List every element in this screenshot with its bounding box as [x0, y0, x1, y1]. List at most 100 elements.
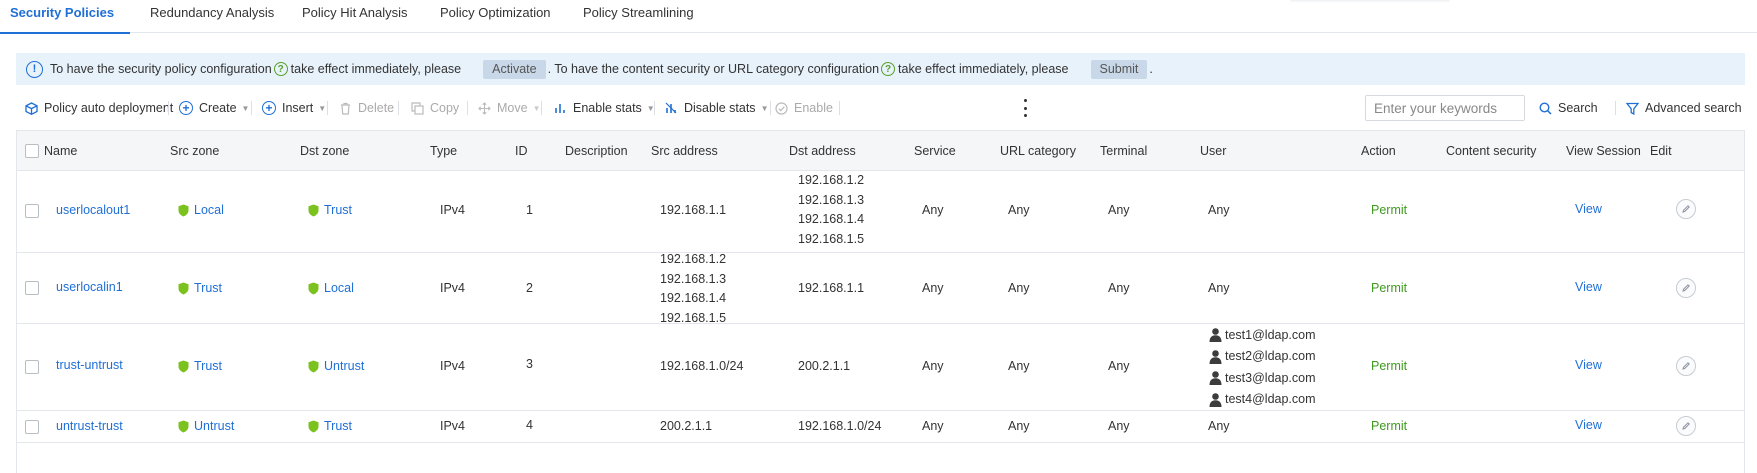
search-input[interactable]: [1365, 95, 1525, 121]
view-session-link[interactable]: View: [1575, 418, 1602, 432]
src-zone[interactable]: Trust: [178, 359, 222, 376]
dst-zone[interactable]: Trust: [308, 419, 352, 436]
dst-zone[interactable]: Trust: [308, 203, 352, 220]
move-button[interactable]: Move ▼: [477, 96, 541, 120]
column-header-edit[interactable]: Edit: [1650, 131, 1672, 171]
column-header-dst-zone[interactable]: Dst zone: [300, 131, 349, 171]
column-header-view-session[interactable]: View Session: [1566, 131, 1641, 171]
service-cell: Any: [922, 419, 944, 433]
column-header-src-zone[interactable]: Src zone: [170, 131, 219, 171]
toolbar-divider: [1615, 101, 1616, 115]
view-session-link[interactable]: View: [1575, 358, 1602, 372]
help-icon[interactable]: ?: [273, 62, 288, 76]
user-icon: [1209, 371, 1222, 386]
view-session-link[interactable]: View: [1575, 202, 1602, 216]
column-header-type[interactable]: Type: [430, 131, 457, 171]
column-header-src-address[interactable]: Src address: [651, 131, 718, 171]
toolbar-divider: [541, 101, 542, 115]
banner-text-3: . To have the content security or URL ca…: [547, 62, 880, 76]
row-checkbox[interactable]: [25, 281, 39, 295]
url-category-cell: Any: [1008, 203, 1030, 217]
user-label: test2@ldap.com: [1225, 349, 1316, 364]
disable-stats-button[interactable]: Disable stats ▼: [664, 96, 768, 120]
column-header-name[interactable]: Name: [44, 131, 77, 171]
tab-policy-optimization[interactable]: Policy Optimization: [440, 0, 551, 33]
column-header-service[interactable]: Service: [914, 131, 956, 171]
help-icon[interactable]: ?: [881, 62, 896, 76]
user-cell: test1@ldap.com test2@ldap.com test3@ldap…: [1208, 324, 1316, 410]
more-icon[interactable]: [1023, 99, 1027, 117]
user-label: test4@ldap.com: [1225, 392, 1316, 407]
delete-button[interactable]: Delete: [338, 96, 394, 120]
column-header-url-category[interactable]: URL category: [1000, 131, 1076, 171]
info-icon: !: [26, 60, 43, 78]
enable-stats-label: Enable stats: [573, 101, 642, 115]
user-label: test1@ldap.com: [1225, 327, 1316, 342]
policy-name-link[interactable]: userlocalout1: [56, 203, 130, 217]
edit-icon[interactable]: [1676, 416, 1696, 436]
dst-address-line: 192.168.1.5: [798, 231, 865, 246]
insert-button[interactable]: + Insert ▼: [262, 96, 326, 120]
select-all-checkbox[interactable]: [25, 144, 39, 158]
enable-button[interactable]: Enable: [774, 96, 833, 120]
column-header-description[interactable]: Description: [565, 131, 628, 171]
dst-zone[interactable]: Untrust: [308, 359, 364, 376]
column-header-id[interactable]: ID: [515, 131, 528, 171]
table-row[interactable]: untrust-trust Untrust Trust IPv4 4 200.2…: [17, 411, 1744, 443]
column-header-terminal[interactable]: Terminal: [1100, 131, 1147, 171]
filter-icon: [1625, 101, 1639, 115]
column-header-action[interactable]: Action: [1361, 131, 1396, 171]
user-icon: [1209, 349, 1222, 364]
submit-button[interactable]: Submit: [1090, 59, 1148, 79]
row-checkbox[interactable]: [25, 204, 39, 218]
edit-icon[interactable]: [1676, 356, 1696, 376]
table-row[interactable]: userlocalout1 Local Trust IPv4 1 192.168…: [17, 171, 1744, 253]
action-cell: Permit: [1371, 281, 1408, 295]
create-button[interactable]: + Create ▼: [179, 96, 249, 120]
table-row[interactable]: userlocalin1 Trust Local IPv4 2 192.168.…: [17, 252, 1744, 325]
action-cell: Permit: [1371, 203, 1408, 217]
view-session-link[interactable]: View: [1575, 280, 1602, 294]
tab-redundancy-analysis[interactable]: Redundancy Analysis: [150, 0, 274, 33]
tab-policy-streamlining[interactable]: Policy Streamlining: [583, 0, 694, 33]
dst-zone[interactable]: Local: [308, 281, 354, 298]
tab-bar-shadow: [1290, 0, 1450, 3]
src-zone[interactable]: Local: [178, 203, 224, 220]
policy-name-link[interactable]: userlocalin1: [56, 280, 123, 294]
disable-stats-label: Disable stats: [684, 101, 756, 115]
id-cell: 2: [526, 281, 533, 295]
src-address-cell: 192.168.1.2 192.168.1.3 192.168.1.4 192.…: [660, 250, 726, 328]
tab-security-policies[interactable]: Security Policies: [0, 0, 131, 34]
src-zone-label: Trust: [194, 359, 223, 373]
chevron-down-icon: ▼: [318, 103, 327, 113]
copy-button[interactable]: Copy: [410, 96, 459, 120]
tab-policy-hit-analysis[interactable]: Policy Hit Analysis: [302, 0, 407, 33]
policy-name-link[interactable]: untrust-trust: [56, 419, 123, 433]
column-header-dst-address[interactable]: Dst address: [789, 131, 856, 171]
banner-text-2: take effect immediately, please: [290, 62, 462, 76]
dst-address-cell: 200.2.1.1: [798, 359, 851, 373]
table-header: Name Src zone Dst zone Type ID Descripti…: [17, 131, 1744, 171]
edit-icon[interactable]: [1676, 278, 1696, 298]
type-cell: IPv4: [440, 281, 466, 295]
check-circle-icon: [774, 101, 788, 115]
action-cell: Permit: [1371, 359, 1408, 373]
src-zone[interactable]: Trust: [178, 281, 222, 298]
enable-stats-button[interactable]: Enable stats ▼: [553, 96, 655, 120]
enable-label: Enable: [794, 101, 833, 115]
src-zone[interactable]: Untrust: [178, 419, 234, 436]
row-checkbox[interactable]: [25, 420, 39, 434]
advanced-search-button[interactable]: Advanced search: [1625, 96, 1742, 120]
edit-icon[interactable]: [1676, 199, 1696, 219]
src-address-line: 192.168.1.2: [660, 252, 727, 266]
policy-name-link[interactable]: trust-untrust: [56, 358, 123, 372]
row-checkbox[interactable]: [25, 360, 39, 374]
column-header-user[interactable]: User: [1200, 131, 1226, 171]
toolbar: Policy auto deployment + Create ▼ + Inse…: [16, 95, 1745, 121]
type-cell: IPv4: [440, 203, 466, 217]
column-header-content-security[interactable]: Content security: [1446, 131, 1536, 171]
table-row[interactable]: trust-untrust Trust Untrust IPv4 3 192.1…: [17, 324, 1744, 411]
activate-button[interactable]: Activate: [483, 59, 546, 79]
search-button[interactable]: Search: [1538, 96, 1598, 120]
policy-auto-deployment-button[interactable]: Policy auto deployment: [24, 96, 173, 120]
